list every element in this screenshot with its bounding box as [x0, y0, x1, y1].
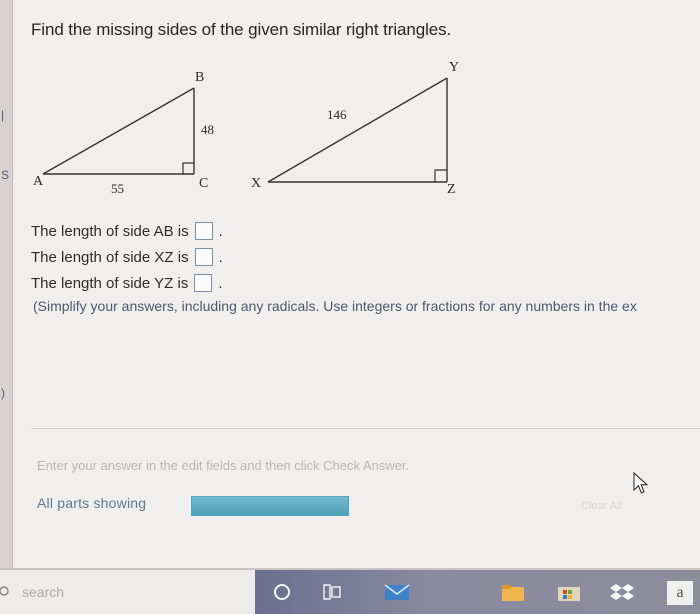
question-xz-label: The length of side XZ is — [31, 248, 189, 266]
question-xz: The length of side XZ is . — [31, 248, 223, 266]
section-divider — [31, 428, 700, 429]
answer-input-ab[interactable] — [194, 222, 213, 240]
gutter-mark: S — [1, 168, 10, 182]
right-angle-marker-z — [434, 169, 447, 182]
question-ab-period: . — [218, 222, 223, 240]
vertex-label-x: X — [251, 176, 262, 191]
task-view-icon[interactable] — [320, 580, 344, 604]
left-edge-strip: | S ) — [0, 0, 12, 568]
triangle-xyz — [267, 77, 448, 183]
taskbar: search a — [0, 570, 700, 614]
cortana-icon[interactable] — [270, 580, 294, 604]
side-label-ac: 55 — [111, 181, 124, 196]
file-explorer-icon[interactable] — [500, 580, 526, 604]
gutter-mark: | — [1, 108, 5, 122]
store-icon[interactable] — [555, 580, 583, 604]
vertex-label-c: C — [199, 176, 209, 191]
answer-input-xz[interactable] — [194, 248, 213, 266]
answer-input-yz[interactable] — [194, 274, 213, 292]
parts-progress-bar — [191, 496, 349, 516]
triangle-abc — [42, 87, 195, 175]
parts-showing-label: All parts showing — [37, 495, 147, 511]
question-yz-period: . — [218, 274, 223, 292]
side-label-bc: 48 — [201, 122, 214, 137]
mouse-cursor-icon — [633, 472, 649, 494]
mail-icon[interactable] — [383, 580, 411, 604]
vertex-label-b: B — [195, 70, 205, 85]
question-ab-label: The length of side AB is — [31, 222, 189, 240]
similar-triangles-figure — [42, 77, 448, 183]
taskbar-app-letter[interactable]: a — [667, 581, 693, 605]
taskbar-search-text: search — [22, 584, 65, 600]
search-icon — [0, 586, 9, 596]
dropbox-icon[interactable] — [608, 580, 636, 604]
vertex-label-a: A — [33, 174, 44, 189]
question-yz: The length of side YZ is . — [31, 274, 222, 292]
taskbar-search-box[interactable]: search — [0, 570, 255, 614]
side-label-xy: 146 — [327, 107, 347, 122]
question-yz-label: The length of side YZ is — [31, 274, 189, 292]
vertex-label-z: Z — [447, 182, 456, 197]
question-panel: Find the missing sides of the given simi… — [12, 0, 700, 568]
clear-all-button[interactable]: Clear All — [581, 500, 622, 512]
vertex-label-y: Y — [449, 60, 460, 75]
side-xy — [267, 77, 448, 183]
answer-instruction: Enter your answer in the edit fields and… — [37, 458, 410, 473]
side-ab — [42, 87, 195, 175]
question-ab: The length of side AB is . — [31, 222, 223, 240]
right-angle-marker-c — [182, 162, 194, 174]
gutter-mark: ) — [1, 386, 5, 400]
simplify-note: (Simplify your answers, including any ra… — [33, 298, 637, 314]
question-xz-period: . — [218, 248, 223, 266]
parts-progress-fill — [192, 497, 348, 515]
